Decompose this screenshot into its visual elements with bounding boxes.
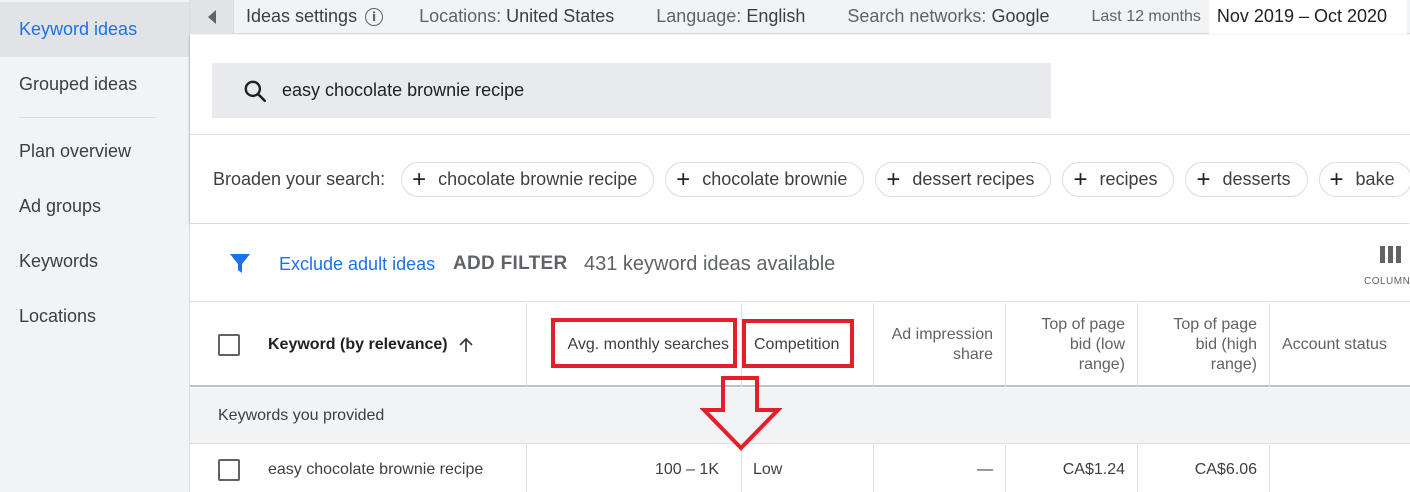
search-networks-value: Google xyxy=(991,6,1050,26)
search-networks-label: Search networks: xyxy=(847,6,987,26)
header-account-status-label: Account status xyxy=(1282,336,1387,353)
broaden-chip[interactable]: + dessert recipes xyxy=(875,162,1052,197)
header-bid-high-label: Top of page bid (high range) xyxy=(1173,316,1257,373)
search-query: easy chocolate brownie recipe xyxy=(282,80,525,100)
row-checkbox[interactable] xyxy=(218,459,240,481)
period-label: Last 12 months xyxy=(1091,7,1201,25)
divider xyxy=(190,134,1410,135)
chip-label: chocolate brownie xyxy=(702,169,848,189)
header-bid-low-label: Top of page bid (low range) xyxy=(1041,316,1125,373)
ideas-settings-label: Ideas settings xyxy=(246,6,358,26)
broaden-search: Broaden your search: + chocolate brownie … xyxy=(213,162,1410,197)
settings-bar: Ideas settings i Locations: United State… xyxy=(190,0,1410,34)
group-header: Keywords you provided xyxy=(190,388,1410,444)
chip-label: dessert recipes xyxy=(912,169,1035,189)
sidebar-item-keywords[interactable]: Keywords xyxy=(0,234,189,289)
arrow-up-icon xyxy=(458,337,473,352)
broaden-chip[interactable]: + desserts xyxy=(1185,162,1308,197)
chip-label: desserts xyxy=(1222,169,1291,189)
language-setting[interactable]: Language: English xyxy=(656,6,805,27)
header-keyword-label: Keyword (by relevance) xyxy=(268,336,448,353)
sidebar-divider xyxy=(19,117,156,118)
cell-bid-high: CA$6.06 xyxy=(1138,445,1270,492)
header-avg-monthly-searches[interactable]: Avg. monthly searches xyxy=(527,303,742,387)
plus-icon: + xyxy=(1329,165,1344,193)
keyword-table: Keyword (by relevance) Avg. monthly sear… xyxy=(190,303,1410,492)
header-keyword[interactable]: Keyword (by relevance) xyxy=(268,303,527,387)
exclude-adult-ideas-link[interactable]: Exclude adult ideas xyxy=(279,254,435,275)
sidebar-item-plan-overview[interactable]: Plan overview xyxy=(0,124,189,179)
search-icon xyxy=(244,80,267,102)
header-bid-low[interactable]: Top of page bid (low range) xyxy=(1006,303,1138,387)
search-input[interactable]: easy chocolate brownie recipe xyxy=(212,63,1051,118)
language-label: Language: xyxy=(656,6,742,26)
header-account-status[interactable]: Account status xyxy=(1270,303,1410,387)
plus-icon: + xyxy=(676,165,691,193)
language-value: English xyxy=(746,6,806,26)
sidebar-item-grouped-ideas[interactable]: Grouped ideas xyxy=(0,57,189,112)
broaden-label: Broaden your search: xyxy=(213,169,386,189)
locations-setting[interactable]: Locations: United States xyxy=(419,6,614,27)
cell-keyword: easy chocolate brownie recipe xyxy=(268,445,527,492)
cell-avg-searches: 100 – 1K xyxy=(527,445,742,492)
chip-label: bake xyxy=(1355,169,1395,189)
plus-icon: + xyxy=(886,165,901,193)
header-competition[interactable]: Competition xyxy=(742,303,874,387)
broaden-chip[interactable]: + chocolate brownie xyxy=(665,162,865,197)
header-bid-high[interactable]: Top of page bid (high range) xyxy=(1138,303,1270,387)
collapse-sidebar-button[interactable] xyxy=(190,0,234,34)
date-range-selector[interactable]: Nov 2019 – Oct 2020 xyxy=(1208,0,1408,34)
header-competition-label: Competition xyxy=(754,336,840,353)
chevron-left-icon xyxy=(207,9,216,24)
info-icon[interactable]: i xyxy=(365,7,384,26)
search-panel: easy chocolate brownie recipe Broaden yo… xyxy=(190,35,1410,223)
plus-icon: + xyxy=(1196,165,1211,193)
select-all-checkbox[interactable] xyxy=(218,334,240,356)
plus-icon: + xyxy=(1073,165,1088,193)
search-networks-setting[interactable]: Search networks: Google xyxy=(847,6,1049,27)
plus-icon: + xyxy=(412,165,427,193)
cell-ad-impression-share: — xyxy=(874,445,1006,492)
table-row[interactable]: easy chocolate brownie recipe 100 – 1K L… xyxy=(190,445,1410,492)
table-header: Keyword (by relevance) Avg. monthly sear… xyxy=(190,303,1410,387)
header-ad-impression-share[interactable]: Ad impression share xyxy=(874,303,1006,387)
header-avg-monthly-searches-label: Avg. monthly searches xyxy=(567,336,729,353)
sidebar-item-ad-groups[interactable]: Ad groups xyxy=(0,179,189,234)
broaden-chip[interactable]: + bake xyxy=(1318,162,1410,197)
columns-label[interactable]: COLUMNS xyxy=(1364,276,1410,287)
broaden-chip[interactable]: + chocolate brownie recipe xyxy=(401,162,655,197)
sidebar-item-locations[interactable]: Locations xyxy=(0,289,189,344)
chip-label: chocolate brownie recipe xyxy=(438,169,638,189)
chip-label: recipes xyxy=(1099,169,1158,189)
header-ad-impression-label: Ad impression share xyxy=(891,326,993,363)
locations-value: United States xyxy=(506,6,615,26)
cell-competition: Low xyxy=(742,445,874,492)
sidebar: Keyword ideas Grouped ideas Plan overvie… xyxy=(0,0,190,492)
filter-bar: Exclude adult ideas ADD FILTER 431 keywo… xyxy=(190,224,1410,302)
broaden-chip[interactable]: + recipes xyxy=(1062,162,1175,197)
ideas-count: 431 keyword ideas available xyxy=(584,253,836,275)
columns-icon[interactable] xyxy=(1379,245,1403,265)
locations-label: Locations: xyxy=(419,6,502,26)
cell-bid-low: CA$1.24 xyxy=(1006,445,1138,492)
select-all-cell xyxy=(190,303,268,387)
add-filter-button[interactable]: ADD FILTER xyxy=(453,253,568,275)
row-select-cell xyxy=(190,445,268,492)
filter-icon[interactable] xyxy=(228,251,252,275)
cell-account-status xyxy=(1270,445,1410,492)
sidebar-item-keyword-ideas[interactable]: Keyword ideas xyxy=(0,2,189,57)
